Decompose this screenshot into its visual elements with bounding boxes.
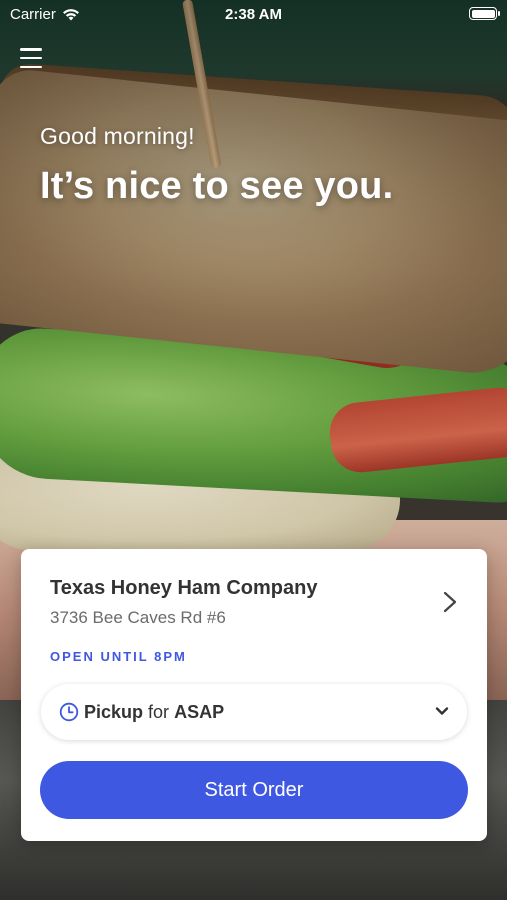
order-mode-selector[interactable]: Pickup for ASAP [41, 684, 467, 740]
store-address: 3736 Bee Caves Rd #6 [50, 608, 226, 627]
chevron-down-icon [435, 707, 449, 715]
battery-icon [469, 7, 500, 20]
headline-text: It’s nice to see you. [40, 165, 394, 207]
status-time: 2:38 AM [225, 6, 282, 23]
chevron-right-icon [443, 591, 457, 613]
status-bar: Carrier 2:38 AM [0, 0, 507, 28]
order-mode-label: Pickup [84, 701, 144, 722]
start-order-button[interactable]: Start Order [40, 761, 468, 819]
order-time-label: ASAP [174, 701, 225, 722]
store-name: Texas Honey Ham Company [50, 577, 318, 599]
order-mode-connector: for [148, 701, 170, 722]
greeting-text: Good morning! [40, 123, 195, 149]
store-hours-status: OPEN UNTIL 8PM [50, 649, 187, 664]
clock-icon [59, 702, 79, 722]
order-mode-text: Pickup for ASAP [84, 702, 224, 723]
store-order-card: Texas Honey Ham Company 3736 Bee Caves R… [21, 549, 487, 841]
store-selector[interactable]: Texas Honey Ham Company 3736 Bee Caves R… [50, 577, 463, 633]
menu-icon[interactable] [20, 48, 42, 68]
